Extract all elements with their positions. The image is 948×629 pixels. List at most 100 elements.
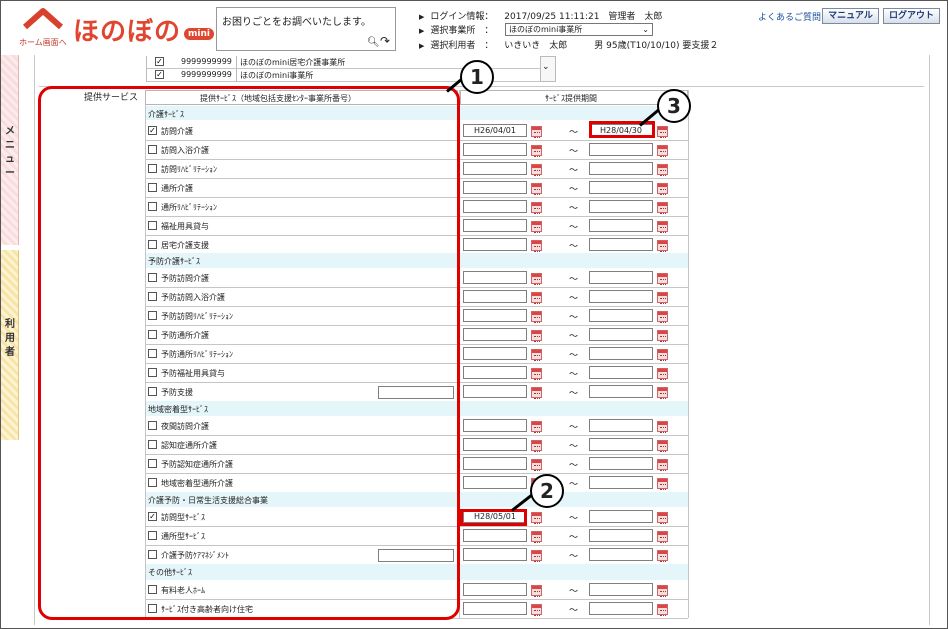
calendar-icon[interactable] [531,531,542,543]
period-from-input[interactable] [463,476,527,489]
calendar-icon[interactable] [657,202,668,214]
calendar-icon[interactable] [657,421,668,433]
period-from-input[interactable] [463,200,527,213]
period-from-input[interactable] [463,602,527,615]
search-input[interactable]: お困りごとをお調べいたします。 [222,13,371,28]
calendar-icon[interactable] [531,202,542,214]
calendar-icon[interactable] [657,440,668,452]
calendar-icon[interactable] [531,126,542,138]
period-to-input[interactable] [589,200,653,213]
period-to-input[interactable] [589,219,653,232]
period-from-input[interactable] [463,548,527,561]
calendar-icon[interactable] [657,164,668,176]
period-from-input[interactable] [463,366,527,379]
calendar-icon[interactable] [531,145,542,157]
calendar-icon[interactable] [531,349,542,361]
logout-button[interactable]: ログアウト [883,8,940,24]
calendar-icon[interactable] [531,604,542,616]
calendar-icon[interactable] [657,349,668,361]
calendar-icon[interactable] [657,221,668,233]
period-from-input[interactable] [463,290,527,303]
period-from-input[interactable] [463,219,527,232]
period-from-input[interactable] [463,385,527,398]
calendar-icon[interactable] [657,585,668,597]
calendar-icon[interactable] [531,440,542,452]
period-from-input[interactable] [463,347,527,360]
period-from-input[interactable] [463,143,527,156]
period-to-input[interactable] [589,476,653,489]
calendar-icon[interactable] [657,604,668,616]
calendar-icon[interactable] [657,512,668,524]
calendar-icon[interactable] [657,550,668,562]
calendar-icon[interactable] [531,292,542,304]
calendar-icon[interactable] [657,240,668,252]
office-checkbox[interactable]: ✓ [155,57,164,66]
period-to-input[interactable] [589,438,653,451]
period-to-input[interactable] [589,271,653,284]
calendar-icon[interactable] [657,478,668,490]
calendar-icon[interactable] [657,330,668,342]
period-to-input[interactable] [589,529,653,542]
side-tab-menu[interactable]: メニュー [1,55,19,245]
period-to-input[interactable] [589,366,653,379]
period-to-input[interactable] [589,143,653,156]
chevron-down-icon[interactable]: ⌄ [542,62,550,72]
search-icon[interactable]: 🔍︎ [367,37,380,48]
period-to-input[interactable] [589,583,653,596]
period-to-input[interactable] [589,290,653,303]
calendar-icon[interactable] [657,126,668,138]
calendar-icon[interactable] [657,531,668,543]
calendar-icon[interactable] [657,387,668,399]
calendar-icon[interactable] [531,459,542,471]
calendar-icon[interactable] [531,273,542,285]
period-to-input[interactable] [589,548,653,561]
period-to-input[interactable] [589,385,653,398]
period-to-input[interactable] [589,309,653,322]
calendar-icon[interactable] [657,183,668,195]
manual-button[interactable]: マニュアル [822,8,879,24]
period-to-input[interactable] [589,457,653,470]
help-search-box[interactable]: お困りごとをお調べいたします。 🔍︎ ↷ [216,7,396,51]
period-to-input[interactable] [589,347,653,360]
period-from-input[interactable] [463,457,527,470]
period-from-input[interactable] [463,238,527,251]
home-link[interactable]: ホーム画面へ [19,37,67,48]
calendar-icon[interactable] [531,183,542,195]
period-from-input[interactable] [463,162,527,175]
period-from-input[interactable] [463,529,527,542]
period-to-input[interactable] [589,181,653,194]
calendar-icon[interactable] [657,368,668,380]
period-from-input[interactable] [463,328,527,341]
calendar-icon[interactable] [531,512,542,524]
calendar-icon[interactable] [657,145,668,157]
calendar-icon[interactable] [531,550,542,562]
period-from-input[interactable] [463,438,527,451]
period-from-input[interactable] [463,271,527,284]
office-checkbox[interactable]: ✓ [155,70,164,79]
period-from-input[interactable]: H26/04/01 [463,124,527,137]
redo-arrow-icon[interactable]: ↷ [380,34,390,48]
calendar-icon[interactable] [531,585,542,597]
period-from-input[interactable] [463,419,527,432]
period-to-input[interactable] [589,238,653,251]
calendar-icon[interactable] [531,221,542,233]
period-to-input[interactable] [589,510,653,523]
period-from-input[interactable] [463,309,527,322]
side-tab-user[interactable]: 利用者 [1,250,19,440]
calendar-icon[interactable] [531,311,542,323]
faq-link[interactable]: よくあるご質問 [758,10,821,23]
calendar-icon[interactable] [531,421,542,433]
calendar-icon[interactable] [531,164,542,176]
calendar-icon[interactable] [531,387,542,399]
calendar-icon[interactable] [657,292,668,304]
calendar-icon[interactable] [657,273,668,285]
calendar-icon[interactable] [531,240,542,252]
calendar-icon[interactable] [531,368,542,380]
period-from-input[interactable] [463,181,527,194]
period-to-input[interactable] [589,419,653,432]
calendar-icon[interactable] [657,459,668,471]
period-to-input[interactable] [589,602,653,615]
calendar-icon[interactable] [531,330,542,342]
period-to-input[interactable] [589,162,653,175]
calendar-icon[interactable] [657,311,668,323]
